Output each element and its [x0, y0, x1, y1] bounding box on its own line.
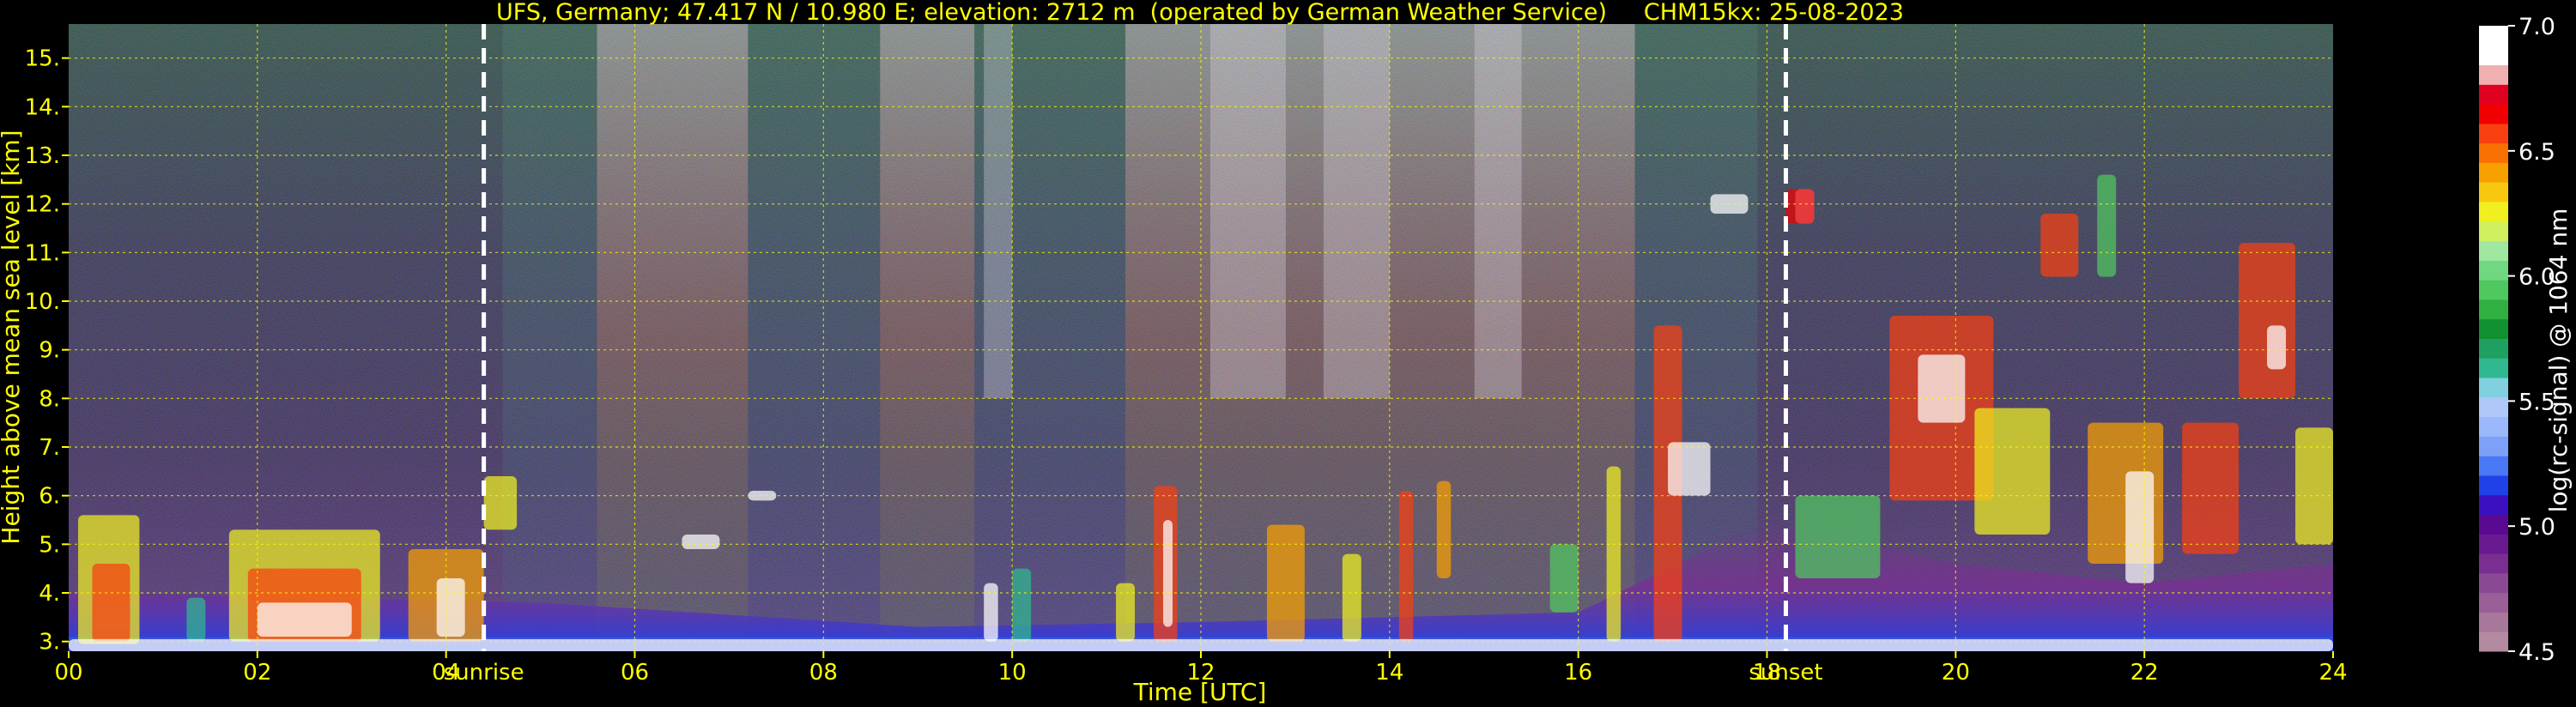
cloud-blob [1012, 568, 1032, 642]
cloud-blob [186, 597, 206, 642]
x-tick-label: 14 [1375, 660, 1403, 686]
y-tick-label: 6. [39, 484, 60, 510]
y-tick-label: 8. [39, 386, 60, 412]
colorbar-swatch [2479, 572, 2508, 594]
cloud-blob [2295, 427, 2333, 545]
cloud-blob [2239, 243, 2296, 399]
colorbar-swatch [2479, 260, 2508, 281]
x-tick-label: 04 [432, 660, 460, 686]
cloud-blob [1918, 354, 1966, 423]
colorbar-swatch [2479, 456, 2508, 476]
y-tick-label: 7. [39, 435, 60, 461]
x-tick-label: 08 [809, 660, 838, 686]
cloud-blob [436, 578, 465, 637]
colorbar-swatch [2479, 612, 2508, 632]
x-tick-label: 20 [1942, 660, 1970, 686]
colorbar-swatch [2479, 474, 2508, 496]
cloud-blob [1668, 442, 1711, 496]
cloud-blob [1342, 553, 1361, 642]
y-tick-label: 11. [25, 240, 60, 266]
colorbar-swatch [2479, 378, 2508, 398]
y-tick-label: 15. [25, 46, 60, 72]
colorbar-swatch [2479, 142, 2508, 163]
cloud-blob [92, 564, 130, 642]
cloud-blob [483, 476, 518, 530]
ceilometer-chart: sunrise sunset 00 02 04 06 08 10 12 14 16 18 20 22 24… [0, 0, 2573, 706]
x-tick-label: 18 [1753, 660, 1781, 686]
colorbar-swatch [2479, 123, 2508, 144]
x-tick-label: 24 [2318, 660, 2347, 686]
colorbar-swatch [2479, 182, 2508, 202]
cloud-blob [1549, 544, 1579, 613]
colorbar-swatch [2479, 534, 2508, 554]
colorbar-swatch [2479, 514, 2508, 535]
cloud-blob [1795, 495, 1881, 578]
cloud-blob [1266, 524, 1305, 642]
y-tick-label: 4. [39, 581, 60, 607]
y-axis-label: Height above mean sea level [km] [0, 130, 25, 544]
x-tick-label: 22 [2131, 660, 2159, 686]
cloud-blob [682, 535, 720, 549]
colorbar-label: log(rc-signal) @ 1064 nm [2544, 208, 2573, 513]
y-tick-label: 13. [25, 143, 60, 169]
y-tick-label: 12. [25, 192, 60, 218]
colorbar-swatch [2479, 26, 2508, 46]
cloud-blob [984, 583, 998, 642]
colorbar-swatch [2479, 318, 2508, 339]
colorbar-swatch [2479, 45, 2508, 66]
colorbar-swatch [2479, 202, 2508, 222]
x-tick-label: 06 [621, 660, 649, 686]
colorbar-swatch [2479, 162, 2508, 183]
x-tick-label: 00 [54, 660, 82, 686]
x-axis-label: Time [UTC] [1133, 678, 1267, 706]
colorbar-swatch [2479, 84, 2508, 105]
cloud-blob [1606, 466, 1621, 642]
y-tick-label: 10. [25, 289, 60, 315]
cloud-blob [1398, 491, 1414, 642]
cloud-blob [2125, 471, 2155, 583]
colorbar-swatch [2479, 358, 2508, 378]
colorbar-swatch [2479, 396, 2508, 418]
colorbar-swatch [2479, 436, 2508, 456]
colorbar-tick-label: 4.5 [2518, 639, 2555, 666]
colorbar-swatch [2479, 221, 2508, 242]
colorbar-swatch [2479, 299, 2508, 320]
cloud-blob [2267, 325, 2287, 370]
colorbar-swatch [2479, 338, 2508, 359]
y-tick-label: 3. [39, 630, 60, 656]
cloud-blob [2040, 214, 2079, 277]
x-tick-label: 02 [243, 660, 271, 686]
y-tick-label: 9. [39, 338, 60, 364]
colorbar-swatch [2479, 416, 2508, 437]
colorbar-swatch [2479, 280, 2508, 300]
colorbar-swatch [2479, 631, 2508, 652]
colorbar-swatch [2479, 104, 2508, 124]
colorbar-tick-label: 6.5 [2518, 139, 2555, 166]
cloud-blob [1163, 520, 1173, 627]
cloud-blob [1116, 583, 1136, 642]
colorbar-swatch [2479, 494, 2508, 516]
colorbar-swatch [2479, 592, 2508, 613]
colorbar-swatch [2479, 240, 2508, 261]
chart-title: UFS, Germany; 47.417 N / 10.980 E; eleva… [496, 0, 1904, 26]
cloud-blob [1785, 189, 1815, 224]
x-tick-label: 10 [998, 660, 1027, 686]
y-tick-label: 5. [39, 532, 60, 558]
cloud-blob [2097, 174, 2117, 277]
cloud-blob [2182, 422, 2240, 554]
colorbar-tick-label: 7.0 [2518, 14, 2555, 40]
x-tick-label: 16 [1564, 660, 1592, 686]
colorbar-swatch [2479, 553, 2508, 574]
y-tick-label: 14. [25, 94, 60, 120]
colorbar-tick-label: 5.0 [2518, 514, 2555, 541]
colorbar-swatch [2479, 64, 2508, 85]
cloud-blob [1974, 408, 2051, 535]
cloud-blob [257, 602, 352, 637]
